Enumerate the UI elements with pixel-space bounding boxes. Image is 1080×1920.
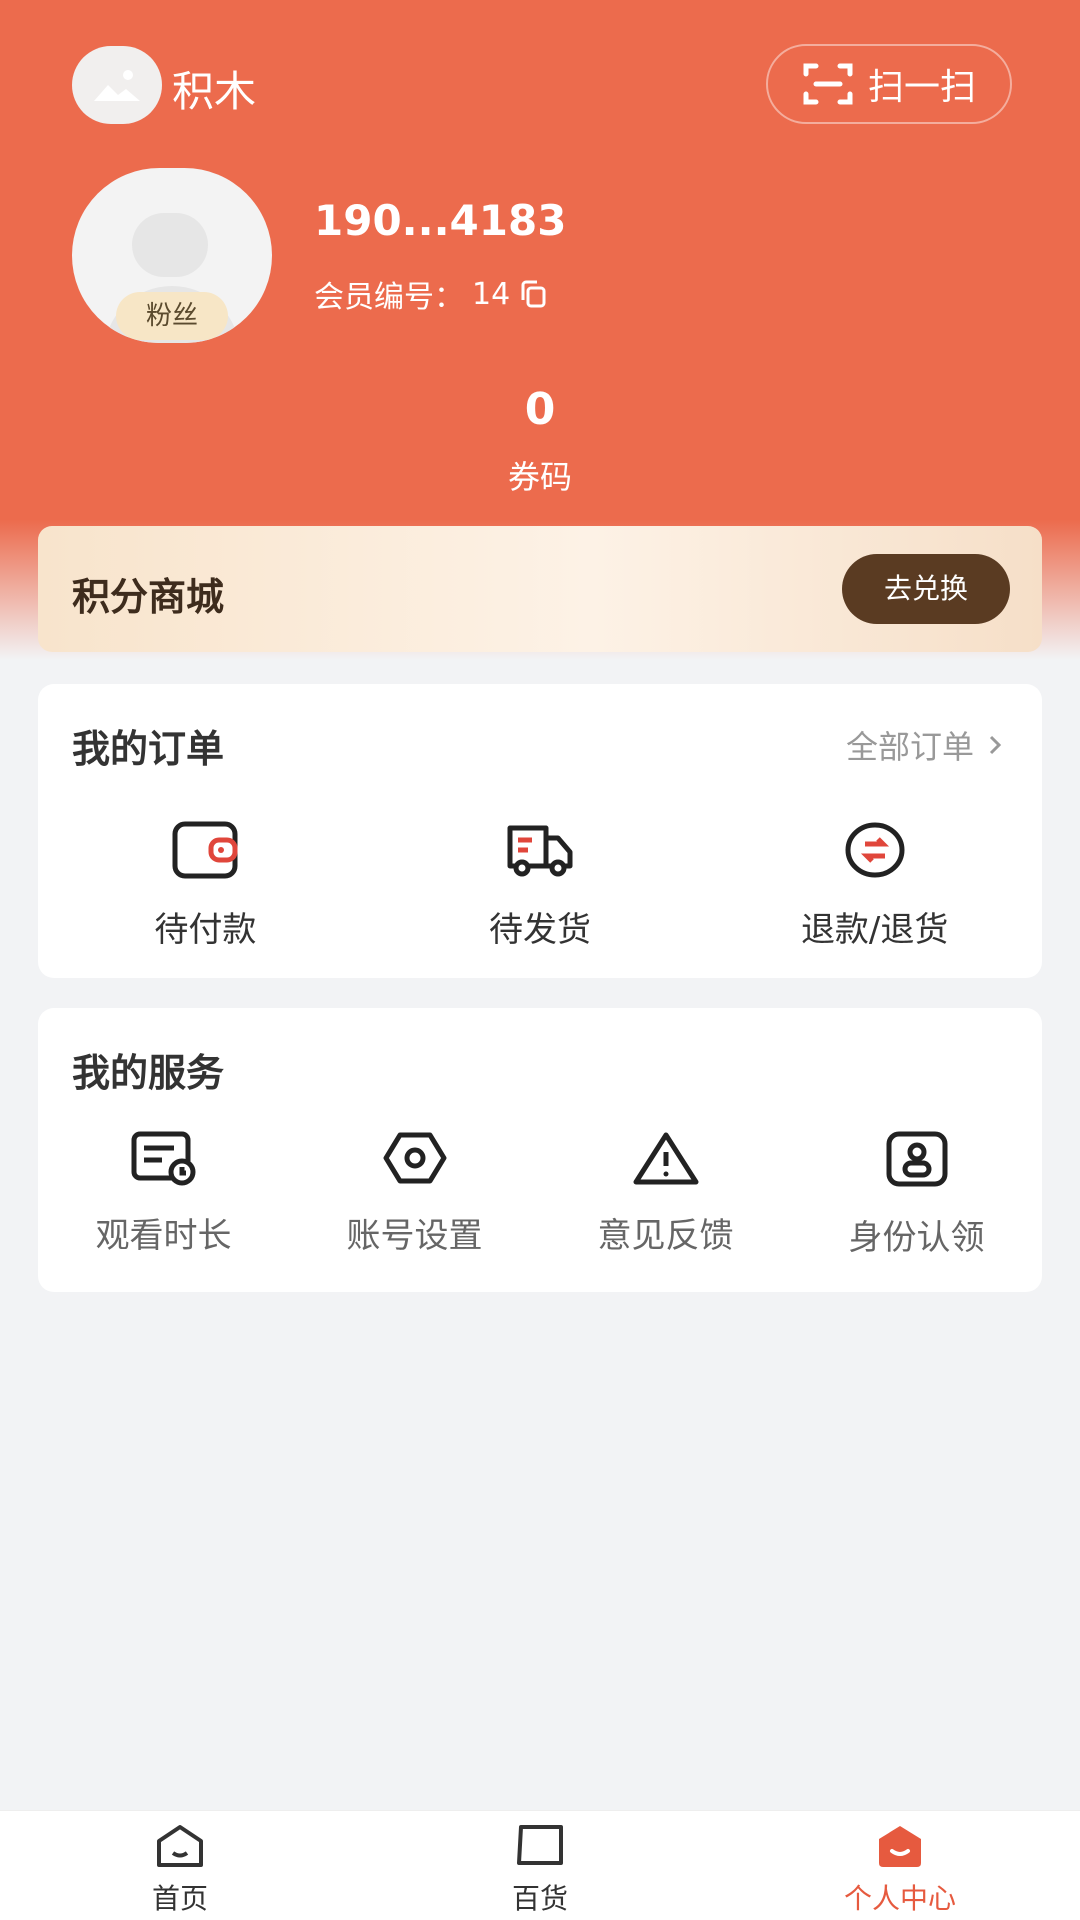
service-item-label: 账号设置 [346, 1216, 483, 1256]
services-title: 我的服务 [72, 1051, 225, 1095]
order-item-label: 待发货 [489, 910, 591, 950]
service-item-label: 意见反馈 [597, 1216, 734, 1256]
coupon-label[interactable]: 券码 [0, 452, 1080, 498]
order-item-label: 退款/退货 [800, 910, 949, 950]
warning-icon [633, 1132, 698, 1185]
id-card-icon [886, 1131, 947, 1187]
store-icon [517, 1825, 563, 1865]
service-identity-claim[interactable]: 身份认领 [791, 1130, 1042, 1259]
all-orders-link[interactable]: 全部订单 [846, 722, 1002, 768]
my-services-card: 我的服务 观看时长 账号设置 意见反馈 身份认领 [38, 1008, 1042, 1292]
profile-icon [879, 1826, 921, 1867]
tab-label: 首页 [151, 1882, 208, 1915]
points-mall-title: 积分商城 [72, 575, 225, 619]
settings-icon [383, 1132, 446, 1184]
brand-logo [72, 46, 162, 124]
watch-time-icon [131, 1131, 195, 1186]
fans-badge: 粉丝 [116, 292, 228, 340]
order-refund-return[interactable]: 退款/退货 [707, 820, 1042, 951]
service-account-settings[interactable]: 账号设置 [289, 1130, 540, 1259]
orders-title: 我的订单 [72, 727, 225, 771]
order-item-label: 待付款 [154, 910, 257, 950]
my-orders-card: 我的订单 全部订单 待付款 待发货 退款/退货 [38, 684, 1042, 978]
brand-name: 积木 [172, 67, 257, 116]
service-item-label: 观看时长 [95, 1216, 232, 1256]
service-feedback[interactable]: 意见反馈 [540, 1130, 791, 1259]
image-placeholder-icon [94, 70, 140, 101]
coupon-count[interactable]: 0 [0, 384, 1080, 435]
home-icon [157, 1825, 203, 1867]
order-pending-payment[interactable]: 待付款 [38, 820, 373, 951]
order-pending-shipment[interactable]: 待发货 [373, 820, 708, 951]
service-watch-time[interactable]: 观看时长 [38, 1130, 289, 1259]
redeem-button[interactable]: 去兑换 [842, 554, 1010, 624]
member-id-label: 会员编号： [314, 280, 464, 315]
scan-icon [803, 63, 853, 105]
refund-icon [845, 822, 905, 878]
all-orders-label: 全部订单 [845, 728, 974, 766]
tab-label: 百货 [511, 1882, 568, 1915]
scan-button[interactable]: 扫一扫 [766, 44, 1012, 124]
service-item-label: 身份认领 [848, 1218, 985, 1258]
points-mall-card[interactable]: 积分商城 去兑换 [38, 526, 1042, 652]
tab-label: 个人中心 [843, 1882, 956, 1915]
wallet-icon [172, 821, 238, 879]
chevron-right-icon [989, 735, 1002, 755]
tab-profile[interactable]: 个人中心 [720, 1811, 1080, 1920]
copy-icon[interactable] [518, 279, 548, 309]
tab-home[interactable]: 首页 [0, 1811, 360, 1920]
tab-store[interactable]: 百货 [360, 1811, 720, 1920]
bottom-tab-bar: 首页 百货 个人中心 [0, 1810, 1080, 1920]
phone-number: 190...4183 [314, 196, 567, 245]
truck-icon [507, 825, 573, 877]
member-id-row: 会员编号： 14 [314, 272, 548, 316]
member-id-value: 14 [472, 276, 511, 312]
top-bar: 积木 扫一扫 [72, 44, 1012, 128]
scan-label: 扫一扫 [867, 67, 976, 108]
